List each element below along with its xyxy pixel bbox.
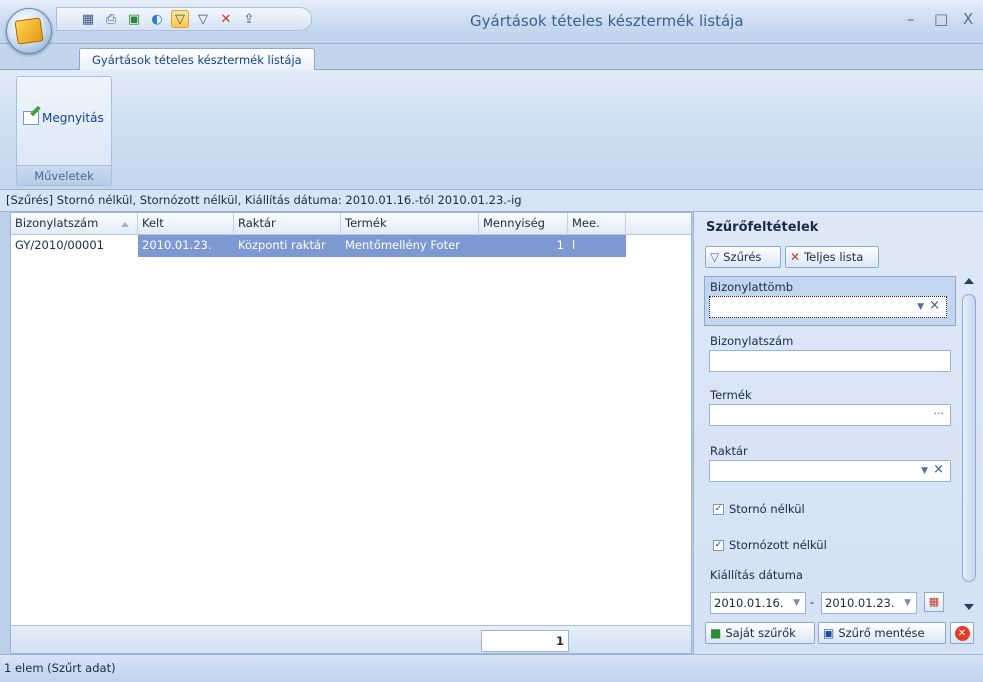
bizonylattomb-label: Bizonylattömb <box>710 280 794 294</box>
chevron-down-icon[interactable]: ▼ <box>917 302 924 312</box>
tab-gyartasok[interactable]: Gyártások tételes késztermék listája <box>79 48 315 71</box>
chart-icon[interactable]: ◐ <box>148 10 166 28</box>
cell-kelt[interactable]: 2010.01.23. <box>138 235 234 257</box>
checkbox-checked-icon: ✓ <box>713 503 724 515</box>
cell-bizonylatszam[interactable]: GY/2010/00001 <box>11 235 138 257</box>
calendar-icon[interactable]: ▦ <box>924 592 944 612</box>
filter-remove-icon[interactable]: ✕ <box>217 10 235 28</box>
open-button[interactable]: Megnyitás <box>23 111 104 125</box>
filter-remove-icon: ✕ <box>790 250 801 264</box>
chevron-down-icon[interactable]: ▼ <box>793 593 800 613</box>
column-header-termek[interactable]: Termék <box>341 213 479 235</box>
chevron-down-icon[interactable]: ▼ <box>921 466 928 476</box>
raktar-field: Raktár ▼ × <box>704 444 954 484</box>
cell-termek[interactable]: Mentőmellény Foter <box>341 235 479 257</box>
minimize-button[interactable]: – <box>907 10 915 28</box>
open-button-label: Megnyitás <box>42 111 104 125</box>
column-header-kelt[interactable]: Kelt <box>138 213 234 235</box>
bizonylatszam-label: Bizonylatszám <box>710 334 794 348</box>
column-header-mennyiseg[interactable]: Mennyiség <box>479 213 568 235</box>
full-list-button[interactable]: ✕ Teljes lista <box>785 246 879 268</box>
title-bar: ▦ ⎙ ▣ ◐ ▽ ▽ ✕ ⇪ Gyártások tételes készte… <box>0 0 983 54</box>
scroll-down-icon[interactable] <box>964 604 974 610</box>
package-icon <box>14 17 44 45</box>
save-icon: ▣ <box>823 626 835 640</box>
ribbon-tab-strip: Gyártások tételes késztermék listája <box>0 44 983 71</box>
chevron-down-icon[interactable]: ▼ <box>904 593 911 613</box>
results-grid: Bizonylatszám Kelt Raktár Termék Mennyis… <box>10 212 692 654</box>
termek-field: Termék ··· <box>704 388 954 428</box>
date-to-input[interactable]: 2010.01.23. ▼ <box>821 592 917 614</box>
panel-scrollbar[interactable] <box>960 274 978 612</box>
filter-icon: ▽ <box>710 250 720 264</box>
ribbon-group-muveletek: Megnyitás Műveletek <box>16 76 112 186</box>
close-circle-icon: ✕ <box>954 625 970 641</box>
filter-status-bar: [Szűrés] Stornó nélkül, Stornózott nélkü… <box>0 190 983 212</box>
date-separator: - <box>810 595 815 609</box>
date-label: Kiállítás dátuma <box>710 568 803 582</box>
termek-input[interactable]: ··· <box>709 404 951 426</box>
folder-icon: ■ <box>710 626 722 640</box>
bizonylattomb-field: Bizonylattömb ▼ × <box>704 280 954 328</box>
print-icon[interactable]: ⎙ <box>102 10 120 28</box>
filter-light-icon[interactable]: ▽ <box>194 10 212 28</box>
stornozott-nelkul-checkbox[interactable]: ✓ Stornózott nélkül <box>713 538 827 552</box>
raktar-select[interactable]: ▼ × <box>709 460 951 482</box>
date-from-input[interactable]: 2010.01.16. ▼ <box>710 592 806 614</box>
column-header-mee[interactable]: Mee. <box>568 213 626 235</box>
cell-mee[interactable]: l <box>568 235 626 257</box>
table-icon[interactable]: ▦ <box>79 10 97 28</box>
quick-access-toolbar: ▦ ⎙ ▣ ◐ ▽ ▽ ✕ ⇪ <box>56 7 312 31</box>
own-filters-button[interactable]: ■ Saját szűrők <box>705 622 815 644</box>
filter-icon[interactable]: ▽ <box>171 10 189 28</box>
scrollbar-thumb[interactable] <box>962 294 976 582</box>
export-icon[interactable]: ⇪ <box>240 10 258 28</box>
filter-button[interactable]: ▽ Szűrés <box>705 246 781 268</box>
excel-icon[interactable]: ▣ <box>125 10 143 28</box>
termek-label: Termék <box>710 388 752 402</box>
cell-mennyiseg[interactable]: 1 <box>479 235 568 257</box>
close-button[interactable]: X <box>963 10 973 28</box>
grid-footer: 1 <box>11 625 691 653</box>
raktar-label: Raktár <box>710 444 748 458</box>
save-filter-button[interactable]: ▣ Szűrő mentése <box>818 622 946 644</box>
sort-ascending-icon <box>121 222 129 227</box>
ribbon-group-label: Műveletek <box>17 165 111 185</box>
storno-nelkul-checkbox[interactable]: ✓ Stornó nélkül <box>713 502 805 516</box>
clear-icon[interactable]: × <box>929 298 940 313</box>
cancel-button[interactable]: ✕ <box>950 622 974 644</box>
table-row[interactable]: GY/2010/00001 2010.01.23. Központi raktá… <box>11 235 691 257</box>
column-header-raktar[interactable]: Raktár <box>234 213 341 235</box>
grid-header: Bizonylatszám Kelt Raktár Termék Mennyis… <box>11 213 691 235</box>
column-header-bizonylatszam[interactable]: Bizonylatszám <box>11 213 138 235</box>
window-title: Gyártások tételes késztermék listája <box>470 12 744 30</box>
scroll-up-icon[interactable] <box>964 278 974 284</box>
footer-total: 1 <box>481 630 569 652</box>
clear-icon[interactable]: × <box>933 462 944 477</box>
status-bar: 1 elem (Szűrt adat) <box>0 654 983 682</box>
panel-title: Szűrőfeltételek <box>706 220 819 235</box>
filter-panel: Szűrőfeltételek ▽ Szűrés ✕ Teljes lista … <box>693 212 983 654</box>
ellipsis-icon[interactable]: ··· <box>934 407 945 420</box>
maximize-button[interactable]: □ <box>934 10 948 28</box>
bizonylatszam-input[interactable] <box>709 350 951 372</box>
edit-document-icon <box>23 111 39 125</box>
app-menu-button[interactable] <box>6 8 52 54</box>
bizonylattomb-select[interactable]: ▼ × <box>709 296 947 318</box>
ribbon: Megnyitás Műveletek <box>0 70 983 190</box>
checkbox-checked-icon: ✓ <box>713 539 724 551</box>
bizonylatszam-field: Bizonylatszám <box>704 334 954 374</box>
cell-raktar[interactable]: Központi raktár <box>234 235 341 257</box>
